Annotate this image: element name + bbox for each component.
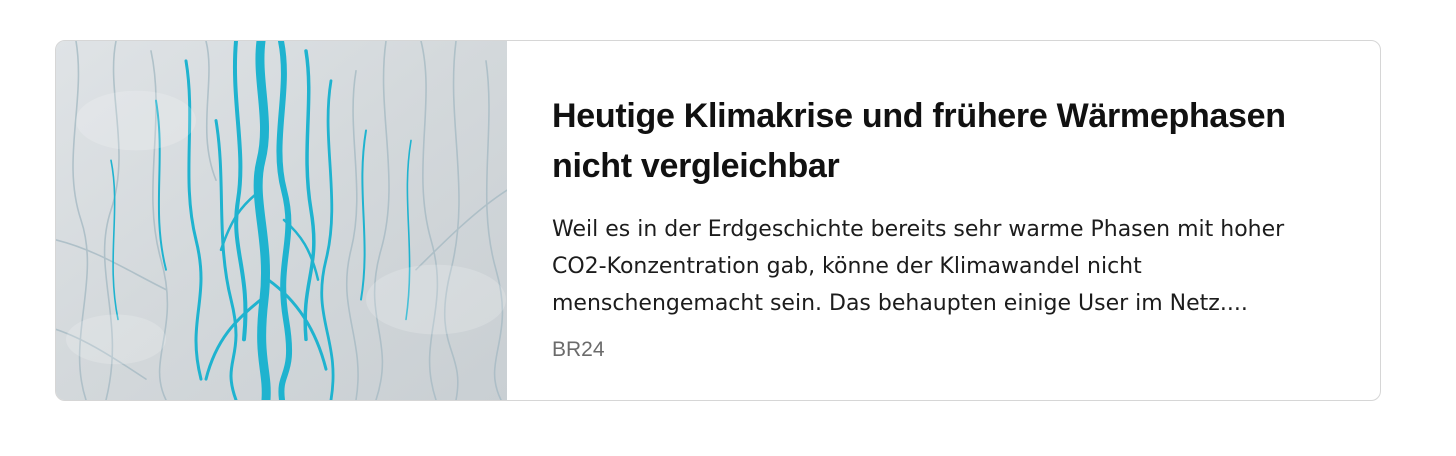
thumbnail-image	[56, 41, 507, 400]
link-preview-card[interactable]: Heutige Klimakrise und frühere Wärmephas…	[55, 40, 1381, 401]
article-title[interactable]: Heutige Klimakrise und frühere Wärmephas…	[552, 91, 1340, 191]
glacier-meltwater-rivers-icon	[56, 41, 507, 400]
card-content: Heutige Klimakrise und frühere Wärmephas…	[507, 41, 1380, 400]
article-description: Weil es in der Erdgeschichte bereits seh…	[552, 217, 1285, 316]
article-source: BR24	[552, 338, 605, 361]
